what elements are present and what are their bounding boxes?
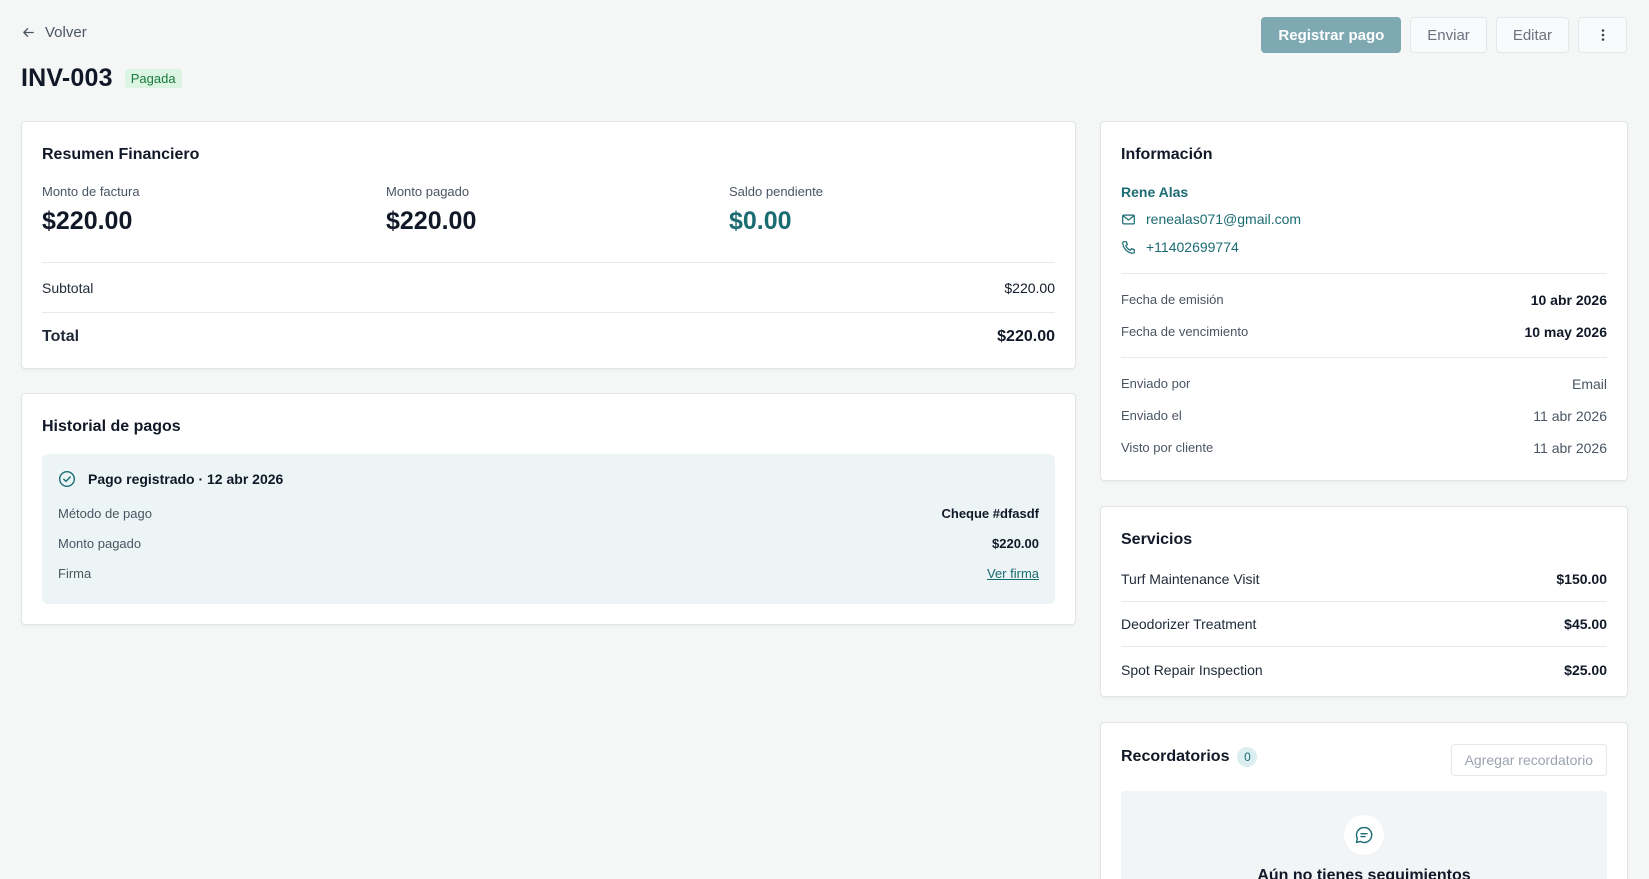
arrow-left-icon	[23, 28, 34, 37]
signature-row: Firma Ver firma	[58, 566, 1039, 581]
sent-by-row: Enviado por Email	[1121, 376, 1607, 392]
status-badge: Pagada	[124, 69, 182, 88]
back-link[interactable]: Volver	[21, 24, 87, 41]
client-email-link[interactable]: renealas071@gmail.com	[1121, 211, 1301, 227]
service-price: $150.00	[1556, 571, 1607, 587]
payment-entry-heading: Pago registrado · 12 abr 2026	[88, 471, 284, 487]
check-circle-icon	[58, 470, 76, 488]
service-item: Turf Maintenance Visit $150.00	[1121, 557, 1607, 602]
payment-amount-row: Monto pagado $220.00	[58, 536, 1039, 551]
paid-amount-label: Monto pagado	[386, 184, 470, 199]
service-price: $25.00	[1564, 661, 1607, 678]
viewed-value: 11 abr 2026	[1533, 440, 1607, 456]
client-phone-link[interactable]: +11402699774	[1121, 239, 1239, 255]
reminders-title: Recordatorios	[1121, 748, 1230, 765]
subtotal-row: Subtotal $220.00	[42, 280, 1055, 296]
total-label: Total	[42, 328, 80, 345]
total-row: Total $220.00	[42, 328, 1055, 346]
client-email: renealas071@gmail.com	[1146, 211, 1302, 227]
sent-by-label: Enviado por	[1121, 376, 1191, 391]
invoice-detail-page: Volver Registrar pago Enviar Editar INV-…	[0, 0, 1649, 879]
invoice-amount-label: Monto de factura	[42, 184, 140, 199]
divider	[42, 262, 1055, 263]
payment-history-card: Historial de pagos Pago registrado · 12 …	[21, 393, 1076, 625]
balance-label: Saldo pendiente	[729, 184, 823, 199]
total-value: $220.00	[997, 328, 1055, 345]
edit-button[interactable]: Editar	[1495, 17, 1569, 53]
service-name: Deodorizer Treatment	[1121, 616, 1257, 632]
financial-summary-title: Resumen Financiero	[42, 146, 200, 163]
divider	[42, 312, 1055, 313]
services-card: Servicios Turf Maintenance Visit $150.00…	[1100, 506, 1628, 697]
service-name: Spot Repair Inspection	[1121, 661, 1263, 678]
balance-value: $0.00	[729, 207, 792, 235]
paid-amount-value: $220.00	[386, 207, 477, 235]
paid-amount-metric: Monto pagado $220.00	[386, 184, 476, 236]
issue-date-row: Fecha de emisión 10 abr 2026	[1121, 292, 1607, 308]
signature-label: Firma	[58, 566, 92, 581]
information-title: Información	[1121, 146, 1213, 163]
due-date-row: Fecha de vencimiento 10 may 2026	[1121, 324, 1607, 340]
services-title: Servicios	[1121, 531, 1193, 548]
payment-history-title: Historial de pagos	[42, 418, 181, 435]
due-date-value: 10 may 2026	[1524, 324, 1607, 340]
invoice-amount-value: $220.00	[42, 207, 133, 235]
page-title: INV-003	[21, 64, 113, 92]
client-name-link[interactable]: Rene Alas	[1121, 184, 1188, 200]
due-date-label: Fecha de vencimiento	[1121, 324, 1249, 339]
viewed-label: Visto por cliente	[1121, 440, 1214, 455]
invoice-title-row: INV-003 Pagada	[21, 64, 182, 93]
mail-icon	[1122, 213, 1135, 225]
payment-entry: Pago registrado · 12 abr 2026 Método de …	[42, 454, 1055, 604]
sent-on-label: Enviado el	[1121, 408, 1182, 423]
payment-method-label: Método de pago	[58, 506, 152, 521]
subtotal-value: $220.00	[1004, 280, 1055, 296]
client-phone: +11402699774	[1146, 239, 1239, 255]
information-card: Información Rene Alas renealas071@gmail.…	[1100, 121, 1628, 481]
service-item: Deodorizer Treatment $45.00	[1121, 602, 1607, 647]
add-reminder-button[interactable]: Agregar recordatorio	[1450, 744, 1607, 776]
subtotal-label: Subtotal	[42, 280, 94, 296]
back-label: Volver	[45, 24, 87, 41]
sent-by-value: Email	[1571, 376, 1607, 392]
view-signature-link[interactable]: Ver firma	[987, 566, 1039, 581]
payment-amount-value: $220.00	[992, 536, 1039, 551]
balance-metric: Saldo pendiente $0.00	[729, 184, 823, 236]
issue-date-label: Fecha de emisión	[1121, 292, 1224, 307]
payment-amount-label: Monto pagado	[58, 536, 142, 551]
issue-date-value: 10 abr 2026	[1530, 292, 1607, 308]
message-icon	[1355, 826, 1373, 844]
service-price: $45.00	[1564, 616, 1607, 632]
reminders-count-badge: 0	[1237, 747, 1258, 767]
payment-method-value: Cheque #dfasdf	[941, 506, 1039, 521]
reminders-empty-state: Aún no tienes seguimientos	[1121, 791, 1607, 879]
reminders-header: Recordatorios 0	[1121, 747, 1258, 767]
empty-state-icon-wrap	[1344, 815, 1384, 855]
register-payment-button[interactable]: Registrar pago	[1261, 17, 1402, 53]
payment-entry-header: Pago registrado · 12 abr 2026	[58, 470, 283, 488]
reminders-card: Recordatorios 0 Agregar recordatorio Aún…	[1100, 722, 1628, 879]
sent-on-row: Enviado el 11 abr 2026	[1121, 408, 1607, 424]
divider	[1121, 357, 1607, 358]
phone-icon	[1122, 240, 1135, 254]
divider	[1121, 273, 1607, 274]
invoice-amount-metric: Monto de factura $220.00	[42, 184, 140, 236]
send-button[interactable]: Enviar	[1410, 17, 1487, 53]
service-item: Spot Repair Inspection $25.00	[1121, 647, 1607, 692]
more-options-button[interactable]	[1578, 17, 1627, 53]
viewed-row: Visto por cliente 11 abr 2026	[1121, 440, 1607, 456]
empty-state-text: Aún no tienes seguimientos	[1257, 867, 1471, 879]
header-actions: Registrar pago Enviar Editar	[1261, 17, 1627, 53]
payment-method-row: Método de pago Cheque #dfasdf	[58, 506, 1039, 521]
more-vertical-icon	[1601, 29, 1604, 41]
sent-on-value: 11 abr 2026	[1533, 408, 1607, 424]
service-name: Turf Maintenance Visit	[1121, 571, 1260, 587]
financial-summary-card: Resumen Financiero Monto de factura $220…	[21, 121, 1076, 369]
